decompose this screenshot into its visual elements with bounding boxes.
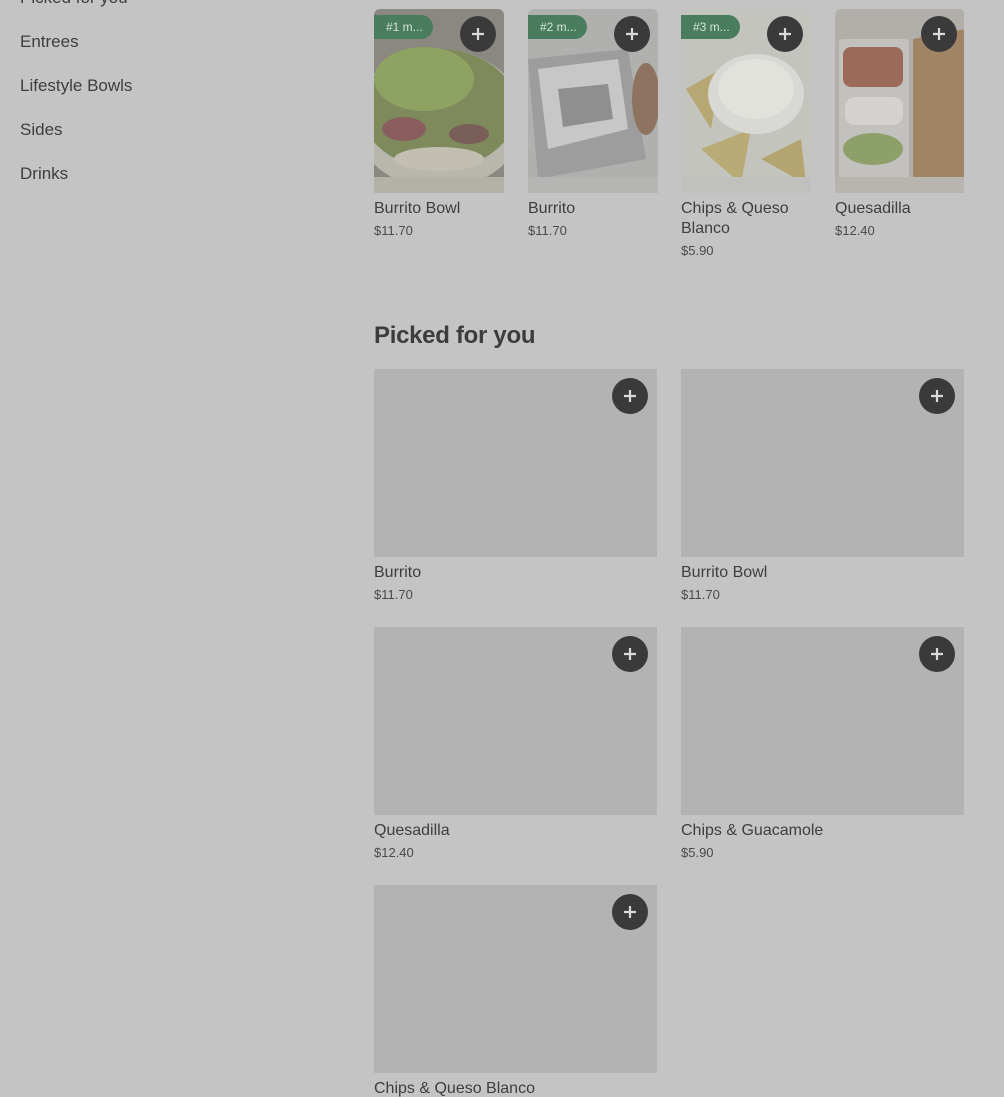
add-to-cart-button[interactable]: [921, 16, 957, 52]
popular-item-card[interactable]: #1 m... Burrito Bowl $11.70: [374, 9, 504, 239]
add-to-cart-button[interactable]: [612, 636, 648, 672]
add-to-cart-button[interactable]: [614, 16, 650, 52]
plus-icon: [933, 28, 945, 40]
item-name: Chips & Guacamole: [681, 822, 824, 839]
item-price: $12.40: [835, 223, 875, 238]
menu-item-card[interactable]: Burrito Bowl $11.70: [681, 369, 964, 603]
add-to-cart-button[interactable]: [767, 16, 803, 52]
item-image: #3 m...: [681, 9, 811, 193]
plus-icon: [624, 390, 636, 402]
plus-icon: [931, 648, 943, 660]
plus-icon: [931, 390, 943, 402]
item-image-placeholder: [374, 885, 657, 1073]
add-to-cart-button[interactable]: [460, 16, 496, 52]
sidebar-item-picked-for-you[interactable]: Picked for you: [20, 0, 320, 32]
plus-icon: [472, 28, 484, 40]
rank-badge: #2 m...: [528, 15, 587, 39]
item-price: $5.90: [681, 845, 714, 860]
section-title-picked-for-you: Picked for you: [374, 322, 536, 349]
sidebar-item-sides[interactable]: Sides: [20, 120, 320, 164]
item-price: $12.40: [374, 845, 414, 860]
item-image: #2 m...: [528, 9, 658, 193]
popular-items-carousel: #1 m... Burrito Bowl $11.70 #2 m... Burr…: [374, 9, 964, 269]
item-name: Burrito: [374, 564, 422, 581]
item-price: $11.70: [528, 223, 567, 238]
sidebar-item-drinks[interactable]: Drinks: [20, 164, 320, 208]
item-price: $11.70: [374, 587, 413, 602]
item-image: #1 m...: [374, 9, 504, 193]
item-price: $11.70: [374, 223, 413, 238]
plus-icon: [779, 28, 791, 40]
popular-item-card[interactable]: #2 m... Burrito $11.70: [528, 9, 658, 239]
menu-item-card[interactable]: Chips & Guacamole $5.90: [681, 627, 964, 861]
sidebar-item-lifestyle-bowls[interactable]: Lifestyle Bowls: [20, 76, 320, 120]
popular-item-card[interactable]: #3 m... Chips & Queso Blanco $5.90: [681, 9, 811, 259]
item-image-placeholder: [681, 627, 964, 815]
menu-item-card[interactable]: Quesadilla $12.40: [374, 627, 657, 861]
item-price: $5.90: [681, 243, 714, 258]
rank-badge: #3 m...: [681, 15, 740, 39]
add-to-cart-button[interactable]: [919, 378, 955, 414]
popular-item-card[interactable]: Quesadilla $12.40: [835, 9, 964, 239]
item-name: Burrito Bowl: [681, 564, 768, 581]
item-image-placeholder: [374, 369, 657, 557]
item-name: Quesadilla: [374, 822, 450, 839]
plus-icon: [624, 906, 636, 918]
add-to-cart-button[interactable]: [612, 894, 648, 930]
item-image-placeholder: [681, 369, 964, 557]
item-name: Quesadilla: [835, 200, 911, 217]
item-price: $11.70: [681, 587, 720, 602]
menu-item-card[interactable]: Chips & Queso Blanco: [374, 885, 657, 1097]
add-to-cart-button[interactable]: [919, 636, 955, 672]
category-sidebar: Picked for you Entrees Lifestyle Bowls S…: [20, 0, 320, 208]
plus-icon: [624, 648, 636, 660]
item-image-placeholder: [374, 627, 657, 815]
menu-item-card[interactable]: Burrito $11.70: [374, 369, 657, 603]
rank-badge: #1 m...: [374, 15, 433, 39]
item-image: [835, 9, 964, 193]
sidebar-item-entrees[interactable]: Entrees: [20, 32, 320, 76]
add-to-cart-button[interactable]: [612, 378, 648, 414]
item-name: Chips & Queso Blanco: [681, 200, 789, 237]
item-name: Burrito Bowl: [374, 200, 461, 217]
plus-icon: [626, 28, 638, 40]
item-name: Chips & Queso Blanco: [374, 1080, 535, 1097]
item-name: Burrito: [528, 200, 576, 217]
